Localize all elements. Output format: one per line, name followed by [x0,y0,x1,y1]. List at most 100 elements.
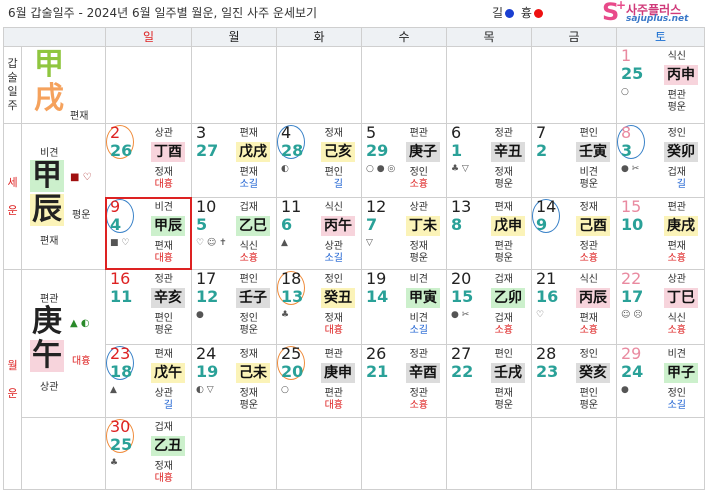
weekday-fri: 금 [531,27,617,47]
lunar-day: 17 [621,287,644,306]
legend-good-label: 길 [492,6,504,20]
stem-tengod: 겁재 [154,422,173,433]
day-cell[interactable]: 29 24 비견 甲子 정인 소길 ● [616,344,705,418]
lunar-day: 25 [110,435,133,454]
day-ganzhi: 戊午 [151,363,185,383]
day-ganzhi: 己未 [236,363,270,383]
logo-url: sajuplus.net [626,14,689,24]
day-cell[interactable]: 15 10 편관 庚戌 편재 소흉 [616,197,705,270]
day-ganzhi: 己酉 [576,216,610,236]
seun-note: 평운 [72,210,91,221]
day-ganzhi: 丙辰 [576,288,610,308]
day-number: 19 [366,269,387,288]
day-number: 2 [110,123,121,142]
weekday-wed: 수 [361,27,447,47]
day-ganzhi: 庚子 [406,142,440,162]
ilju-pillar: 甲 戌 편재 [21,46,106,124]
day-ganzhi: 壬子 [236,288,270,308]
stem-tengod: 편관 [667,202,686,213]
day-number: 26 [366,344,387,363]
day-number: 7 [536,123,547,142]
symbol-icons: ● ✂ [451,310,470,320]
day-cell[interactable]: 10 5 겁재 乙巳 식신 소흉 ♡ ☺ ✝ [191,197,277,270]
day-cell[interactable]: 19 14 비견 甲寅 비견 소길 [361,269,447,345]
wolun-label: 월운 [3,269,22,490]
day-cell[interactable]: 28 23 정인 癸亥 편인 평운 [531,344,617,418]
stem-tengod: 식신 [667,51,686,62]
day-cell[interactable]: 6 1 정관 辛丑 정재 평운 ♣ ▽ [446,123,532,198]
day-cell[interactable]: 1 25 식신 丙申 편관 평운 ○ [616,46,705,124]
day-cell[interactable]: 26 21 정관 辛酉 정관 소흉 [361,344,447,418]
fortune-label: 소흉 [667,325,686,336]
day-number: 1 [621,46,632,65]
lunar-day: 5 [196,215,208,234]
day-cell[interactable]: 12 7 상관 丁未 정재 평운 ▽ [361,197,447,270]
day-cell[interactable]: 17 12 편인 壬子 정인 평운 ● [191,269,277,345]
day-cell[interactable]: 23 18 편재 戊午 상관 길 ▲ [105,344,192,418]
wolun-pillar: 편관 庚 ▲ ◐ 午 대흉 상관 [21,269,106,418]
day-cell[interactable]: 22 17 상관 丁巳 식신 소흉 ☺ ☹ [616,269,705,345]
stem-tengod: 편관 [409,128,428,139]
day-cell[interactable]: 8 3 정인 癸卯 겁재 길 ● ✂ [616,123,705,198]
site-logo[interactable]: S + 사주플러스 sajuplus.net [602,0,702,26]
weekday-mon: 월 [191,27,277,47]
fortune-label: 소흉 [494,325,513,336]
day-cell[interactable]: 20 15 겁재 乙卯 겁재 소흉 ● ✂ [446,269,532,345]
day-number: 20 [451,269,472,288]
fortune-label: 평운 [494,253,513,264]
day-cell[interactable]: 16 11 정관 辛亥 편인 평운 [105,269,192,345]
day-number: 9 [110,197,121,216]
stem-tengod: 편관 [324,349,343,360]
lunar-day: 8 [451,215,463,234]
day-cell[interactable]: 13 8 편재 戊申 편관 평운 [446,197,532,270]
ilju-label: 갑술일주 [3,46,22,124]
lunar-day: 2 [536,141,548,160]
day-ganzhi: 壬寅 [576,142,610,162]
stem-tengod: 비견 [409,274,428,285]
lunar-day: 19 [196,362,219,381]
day-cell[interactable]: 18 13 정인 癸丑 정재 대흉 ♣ [276,269,362,345]
day-cell[interactable]: 30 25 겁재 乙丑 정재 대흉 ♣ [105,417,192,490]
day-cell[interactable]: 5 29 편관 庚子 정인 소흉 ○ ● ◎ [361,123,447,198]
symbol-icons: ◐ [281,164,289,174]
day-number: 15 [621,197,642,216]
symbol-icons: ▲ [110,385,117,395]
day-cell[interactable]: 27 22 편인 壬戌 편재 평운 [446,344,532,418]
fortune-label: 소흉 [579,253,598,264]
wolun-note: 대흉 [72,356,91,367]
day-cell[interactable]: 14 9 정재 己酉 정관 소흉 [531,197,617,270]
stem-tengod: 정재 [324,128,343,139]
symbol-icons: ▽ [366,238,373,248]
seun-label: 세운 [3,123,22,270]
day-cell[interactable]: 25 20 편관 庚申 편관 대흉 ○ [276,344,362,418]
wolun-icons: ▲ ◐ [70,318,90,329]
day-cell[interactable]: 11 6 식신 丙午 상관 소길 ▲ [276,197,362,270]
day-ganzhi: 癸亥 [576,363,610,383]
day-cell[interactable]: 9 4 비견 甲辰 편재 대흉 ■ ♡ [105,197,192,270]
calendar-table: 일 월 화 수 목 금 토 갑술일주 甲 戌 편재 1 25 식신 丙申 편관 평운 ○ 세… [3,27,705,490]
seun-tengod-top: 비견 [40,148,59,159]
stem-tengod: 편재 [239,128,258,139]
fortune-label: 평운 [579,179,598,190]
day-cell[interactable]: 3 27 편재 戊戌 편재 소길 [191,123,277,198]
weekday-tue: 화 [276,27,362,47]
lunar-day: 3 [621,141,633,160]
day-ganzhi: 庚申 [321,363,355,383]
day-number: 5 [366,123,377,142]
day-cell[interactable]: 2 26 상관 丁酉 정재 대흉 [105,123,192,198]
fortune-label: 평운 [239,325,258,336]
day-cell[interactable]: 21 16 식신 丙辰 편재 소흉 ♡ [531,269,617,345]
stem-tengod: 정인 [579,349,598,360]
day-ganzhi: 丙午 [321,216,355,236]
day-ganzhi: 辛亥 [151,288,185,308]
day-cell[interactable]: 4 28 정재 己亥 편인 길 ◐ [276,123,362,198]
day-ganzhi: 丁未 [406,216,440,236]
day-cell[interactable]: 7 2 편인 壬寅 비견 평운 [531,123,617,198]
stem-tengod: 정인 [667,128,686,139]
day-ganzhi: 甲寅 [406,288,440,308]
symbol-icons: ♣ ▽ [451,164,469,174]
day-cell[interactable]: 24 19 정재 己未 정재 평운 ◐ ▽ [191,344,277,418]
fortune-label: 소길 [239,179,258,190]
fortune-label: 소흉 [409,179,428,190]
fortune-label: 소길 [667,400,686,411]
